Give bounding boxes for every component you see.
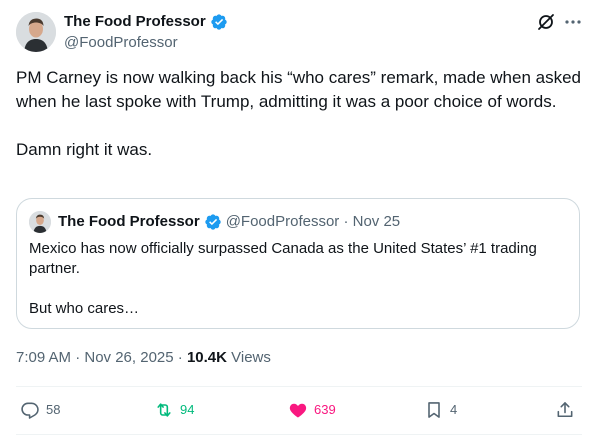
repost-button[interactable]: 94: [154, 398, 194, 422]
grok-icon[interactable]: [536, 12, 556, 32]
quoted-text: Mexico has now officially surpassed Cana…: [29, 240, 537, 317]
quoted-meta: @FoodProfessor · Nov 25: [225, 213, 401, 230]
repost-count: 94: [180, 402, 195, 417]
author-name-row: The Food Professor: [64, 13, 228, 31]
like-count: 639: [314, 402, 336, 417]
bookmark-count: 4: [450, 402, 458, 417]
quoted-display-name: The Food Professor: [58, 213, 200, 230]
share-icon: [555, 400, 575, 420]
quoted-verified-badge-icon: [204, 213, 222, 231]
timestamp[interactable]: 7:09 AM · Nov 26, 2025 ·: [16, 349, 187, 366]
verified-badge-icon: [210, 13, 228, 31]
heart-icon: [288, 400, 308, 420]
reply-count: 58: [46, 402, 61, 417]
bookmark-button[interactable]: 4: [424, 398, 457, 422]
share-button[interactable]: [555, 398, 575, 422]
reply-icon: [20, 400, 40, 420]
views-count: 10.4K: [186, 349, 227, 366]
quoted-header: The Food Professor @FoodProfessor · Nov …: [58, 212, 400, 232]
bookmark-icon: [424, 400, 444, 420]
reply-button[interactable]: 58: [20, 398, 60, 422]
views-label: Views: [226, 349, 271, 366]
author-display-name[interactable]: The Food Professor: [64, 13, 206, 31]
timestamp-row: 7:09 AM · Nov 26, 2025 · 10.4K Views: [16, 348, 271, 368]
divider: [16, 386, 582, 387]
author-handle[interactable]: @FoodProfessor: [64, 34, 178, 52]
more-icon[interactable]: [563, 12, 583, 32]
quoted-author-avatar: [29, 211, 51, 233]
tweet-text: PM Carney is now walking back his “who c…: [16, 68, 582, 159]
author-avatar[interactable]: [16, 12, 56, 52]
like-button[interactable]: 639: [288, 398, 336, 422]
quoted-tweet[interactable]: The Food Professor @FoodProfessor · Nov …: [16, 198, 580, 329]
repost-icon: [154, 400, 174, 420]
